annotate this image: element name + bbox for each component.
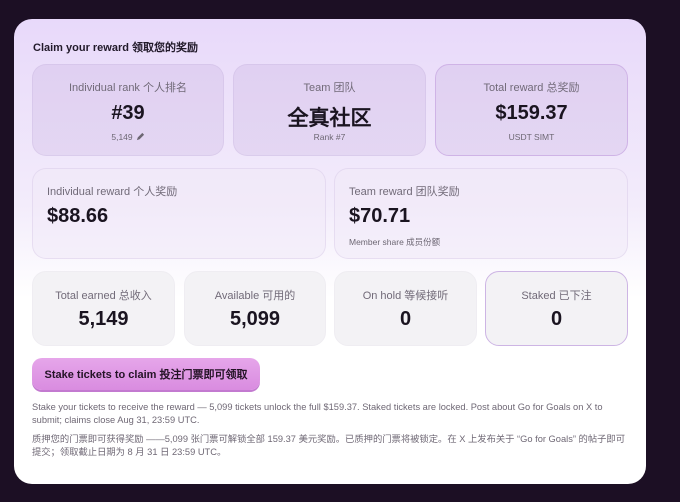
individual-reward-value: $88.66 bbox=[47, 205, 109, 227]
team-tile: Team 团队 全真社区 Rank #7 bbox=[233, 64, 426, 156]
info-text-cn: 质押您的门票即可获得奖励 ——5,099 张门票可解锁全部 159.37 美元奖… bbox=[32, 434, 626, 457]
team-value: 全真社区 bbox=[287, 107, 372, 130]
total-reward-currency: USDT SIMT bbox=[508, 132, 555, 142]
card-title: Claim your reward 领取您的奖励 bbox=[33, 42, 199, 54]
individual-rank-value: #39 bbox=[111, 102, 145, 124]
total-reward-tile: Total reward 总奖励 $159.37 USDT SIMT bbox=[435, 64, 628, 156]
member-share: Member share 成员份额 bbox=[349, 237, 441, 247]
individual-rank-sub: 5,149 bbox=[33, 132, 223, 143]
team-rank: Rank #7 bbox=[313, 132, 346, 142]
available-tile: Available 可用的 5,099 bbox=[184, 271, 326, 346]
team-reward-value: $70.71 bbox=[349, 205, 411, 227]
available-label: Available 可用的 bbox=[214, 290, 296, 302]
team-reward-label: Team reward 团队奖励 bbox=[349, 186, 460, 198]
info-text-en: Stake your tickets to receive the reward… bbox=[32, 402, 603, 425]
total-earned-value: 5,149 bbox=[78, 308, 129, 330]
total-reward-value: $159.37 bbox=[495, 102, 568, 124]
on-hold-value: 0 bbox=[399, 308, 412, 330]
individual-rank-tile: Individual rank 个人排名 #39 5,149 bbox=[32, 64, 224, 156]
staked-tile: Staked 已下注 0 bbox=[485, 271, 628, 346]
staked-value: 0 bbox=[550, 308, 563, 330]
team-reward-tile: Team reward 团队奖励 $70.71 Member share 成员份… bbox=[334, 168, 628, 259]
available-value: 5,099 bbox=[229, 308, 281, 330]
total-reward-label: Total reward 总奖励 bbox=[483, 82, 580, 94]
on-hold-tile: On hold 等候接听 0 bbox=[334, 271, 477, 346]
total-earned-tile: Total earned 总收入 5,149 bbox=[32, 271, 175, 346]
total-earned-label: Total earned 总收入 bbox=[55, 290, 152, 302]
stake-tickets-button[interactable]: Stake tickets to claim 投注门票即可领取 bbox=[32, 358, 260, 390]
individual-reward-label: Individual reward 个人奖励 bbox=[47, 186, 178, 198]
team-label: Team 团队 bbox=[303, 82, 356, 94]
individual-rank-sub-text: 5,149 bbox=[111, 132, 133, 142]
staked-label: Staked 已下注 bbox=[521, 290, 592, 302]
reward-card: Claim your reward 领取您的奖励 Individual rank… bbox=[14, 19, 646, 484]
on-hold-label: On hold 等候接听 bbox=[362, 290, 449, 302]
individual-rank-label: Individual rank 个人排名 bbox=[69, 82, 187, 94]
pencil-icon[interactable] bbox=[136, 132, 145, 143]
individual-reward-tile: Individual reward 个人奖励 $88.66 bbox=[32, 168, 326, 259]
